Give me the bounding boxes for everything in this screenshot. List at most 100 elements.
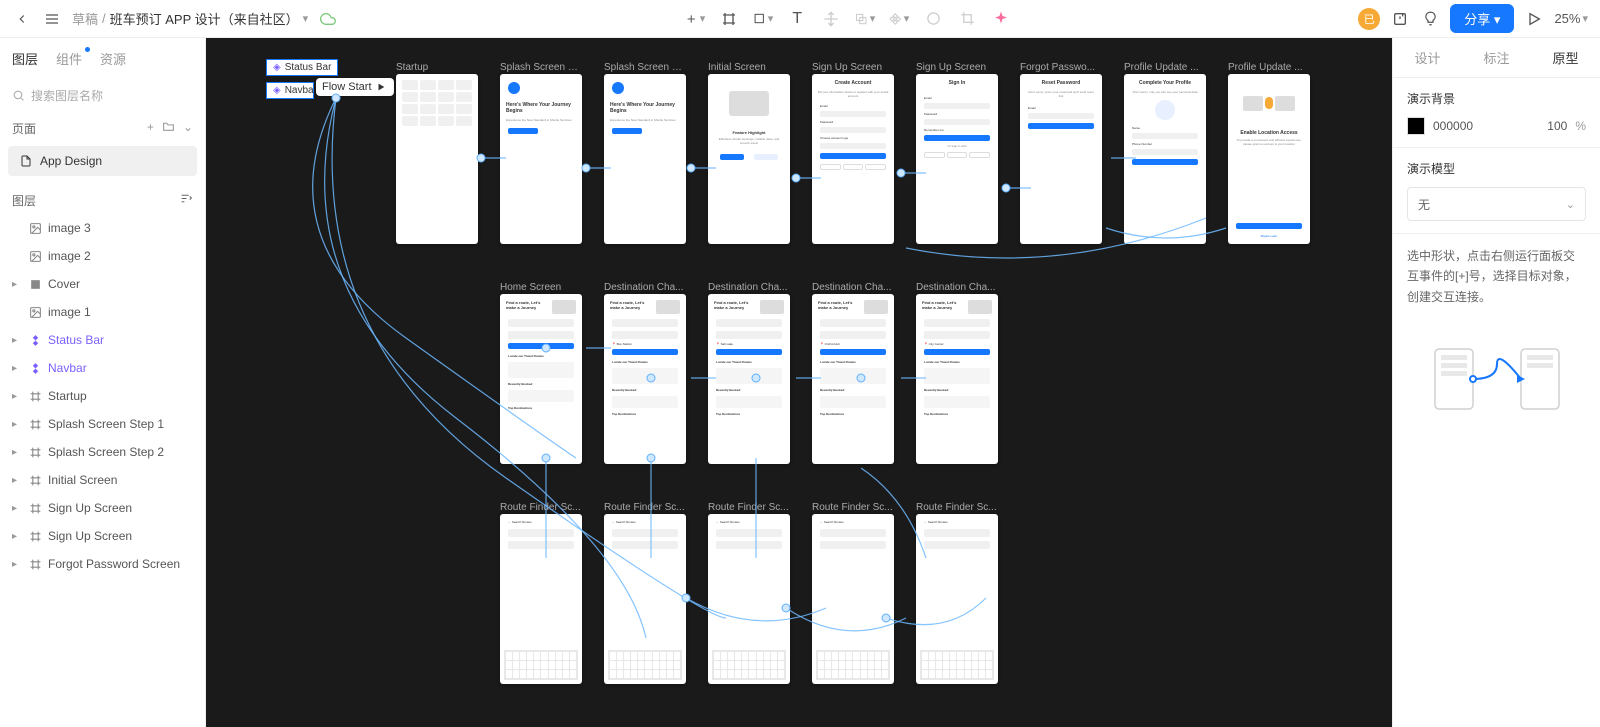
frame-label[interactable]: Profile Update ... bbox=[1228, 62, 1310, 73]
artboard[interactable]: Find a route, Let's make a Journey📍 Salt… bbox=[708, 294, 790, 464]
artboard[interactable]: Reset PasswordDon't worry, enter your em… bbox=[1020, 74, 1102, 244]
layer-item[interactable]: ▸Status Bar bbox=[0, 326, 205, 354]
artboard[interactable]: Here's Where Your Journey BeginsExperien… bbox=[500, 74, 582, 244]
selected-navbar[interactable]: ◈Navba bbox=[266, 82, 314, 99]
add-icon[interactable]: ▾ bbox=[685, 9, 705, 29]
artboard[interactable]: Feature HighlightEffortless shuttle book… bbox=[708, 74, 790, 244]
bg-opacity-input[interactable]: 100 bbox=[1533, 119, 1567, 133]
search-icon bbox=[12, 89, 25, 102]
layer-item[interactable]: ▸Sign Up Screen bbox=[0, 522, 205, 550]
layer-item[interactable]: ▸Cover bbox=[0, 270, 205, 298]
hint-icon[interactable] bbox=[1420, 9, 1440, 29]
text-tool-icon[interactable]: T bbox=[787, 9, 807, 29]
layer-item[interactable]: ▸Initial Screen bbox=[0, 466, 205, 494]
page-icon bbox=[20, 155, 32, 167]
artboard[interactable]: Find a route, Let's make a Journey📍 Bus … bbox=[604, 294, 686, 464]
artboard[interactable]: Create AccountFill your information belo… bbox=[812, 74, 894, 244]
move-tool-icon[interactable] bbox=[821, 9, 841, 29]
frame-label[interactable]: Home Screen bbox=[500, 282, 582, 293]
artboard[interactable]: Find a route, Let's make a Journey📍 Orch… bbox=[812, 294, 894, 464]
artboard[interactable] bbox=[396, 74, 478, 244]
breadcrumb[interactable]: 草稿 / 班车预订 APP 设计（来自社区） ▾ bbox=[72, 9, 308, 28]
artboard[interactable]: ← Search Routes bbox=[916, 514, 998, 684]
presentation-model-block: 演示模型 无 ⌄ bbox=[1393, 148, 1600, 234]
layer-item[interactable]: image 1 bbox=[0, 298, 205, 326]
tab-components[interactable]: 组件 bbox=[56, 49, 82, 68]
layer-item[interactable]: ▸Startup bbox=[0, 382, 205, 410]
add-page-icon[interactable]: + bbox=[147, 120, 154, 136]
artboard[interactable]: Enable Location AccessTo provide a conve… bbox=[1228, 74, 1310, 244]
tab-layers[interactable]: 图层 bbox=[12, 49, 38, 68]
frame-label[interactable]: Initial Screen bbox=[708, 62, 790, 73]
bg-hex-input[interactable]: 000000 bbox=[1433, 119, 1525, 133]
tab-annotate[interactable]: 标注 bbox=[1483, 48, 1509, 67]
layer-search[interactable]: 搜索图层名称 bbox=[0, 78, 205, 112]
artboard[interactable]: Complete Your ProfileDon't worry, only y… bbox=[1124, 74, 1206, 244]
canvas[interactable]: ◈Status Bar ◈Navba Flow Start Startup Spl… bbox=[206, 38, 1392, 727]
frame-label[interactable]: Profile Update ... bbox=[1124, 62, 1206, 73]
tab-proto[interactable]: 原型 bbox=[1552, 48, 1578, 67]
zoom-level[interactable]: 25%▾ bbox=[1554, 11, 1588, 26]
frame-label[interactable]: Route Finder Sc... bbox=[604, 502, 686, 513]
tab-assets[interactable]: 资源 bbox=[100, 49, 126, 68]
model-select[interactable]: 无 ⌄ bbox=[1407, 187, 1586, 221]
frame-label[interactable]: Sign Up Screen bbox=[812, 62, 894, 73]
artboard[interactable]: ← Search Routes bbox=[500, 514, 582, 684]
mask-tool-icon[interactable] bbox=[923, 9, 943, 29]
frame-label[interactable]: Route Finder Sc... bbox=[708, 502, 790, 513]
frame-label[interactable]: Startup bbox=[396, 62, 478, 73]
selected-status-bar[interactable]: ◈Status Bar bbox=[266, 59, 338, 76]
frame-label[interactable]: Destination Cha... bbox=[604, 282, 686, 293]
play-icon bbox=[376, 82, 386, 92]
folder-icon[interactable] bbox=[162, 120, 175, 136]
component-tool-icon[interactable]: ▾ bbox=[889, 9, 909, 29]
frame-label[interactable]: Route Finder Sc... bbox=[916, 502, 998, 513]
frame-label[interactable]: Splash Screen S... bbox=[500, 62, 582, 73]
chevron-down-icon[interactable]: ▾ bbox=[303, 12, 309, 25]
tab-design[interactable]: 设计 bbox=[1414, 48, 1440, 67]
share-button[interactable]: 分享 ▾ bbox=[1450, 4, 1514, 33]
artboard[interactable]: ← Search Routes bbox=[604, 514, 686, 684]
sort-icon[interactable] bbox=[180, 192, 193, 208]
page-item[interactable]: App Design bbox=[8, 146, 197, 176]
chevron-down-icon[interactable]: ⌄ bbox=[183, 120, 193, 136]
frame-label[interactable]: Destination Cha... bbox=[708, 282, 790, 293]
menu-icon[interactable] bbox=[42, 9, 62, 29]
artboard[interactable]: Here's Where Your Journey BeginsExperien… bbox=[604, 74, 686, 244]
frame-label[interactable]: Splash Screen S... bbox=[604, 62, 686, 73]
ai-tool-icon[interactable] bbox=[991, 9, 1011, 29]
frame-label[interactable]: Destination Cha... bbox=[812, 282, 894, 293]
layer-item[interactable]: ▸Splash Screen Step 1 bbox=[0, 410, 205, 438]
layer-item[interactable]: ▸Forgot Password Screen bbox=[0, 550, 205, 578]
boolean-tool-icon[interactable]: ▾ bbox=[855, 9, 875, 29]
layers-section-header: 图层 bbox=[0, 186, 205, 214]
layer-item[interactable]: ▸Sign Up Screen bbox=[0, 494, 205, 522]
frame-label[interactable]: Route Finder Sc... bbox=[500, 502, 582, 513]
frame-label[interactable]: Route Finder Sc... bbox=[812, 502, 894, 513]
artboard[interactable]: ← Search Routes bbox=[708, 514, 790, 684]
cloud-sync-icon[interactable] bbox=[318, 9, 338, 29]
bg-label: 演示背景 bbox=[1407, 90, 1586, 107]
layer-item[interactable]: image 2 bbox=[0, 242, 205, 270]
bg-swatch[interactable] bbox=[1407, 117, 1425, 135]
user-badge[interactable]: 已 bbox=[1358, 8, 1380, 30]
shape-tool-icon[interactable]: ▾ bbox=[753, 9, 773, 29]
back-icon[interactable] bbox=[12, 9, 32, 29]
artboard[interactable]: Find a route, Let's make a JourneyLocate… bbox=[500, 294, 582, 464]
artboard[interactable]: ← Search Routes bbox=[812, 514, 894, 684]
artboard[interactable]: Find a route, Let's make a Journey📍 City… bbox=[916, 294, 998, 464]
frame-label[interactable]: Destination Cha... bbox=[916, 282, 998, 293]
layer-item[interactable]: ▸Navbar bbox=[0, 354, 205, 382]
flow-start-chip[interactable]: Flow Start bbox=[316, 78, 394, 96]
model-label: 演示模型 bbox=[1407, 160, 1586, 177]
export-icon[interactable] bbox=[1390, 9, 1410, 29]
frame-label[interactable]: Sign Up Screen bbox=[916, 62, 998, 73]
artboard[interactable]: Sign InEmailPasswordRemember meOr sign i… bbox=[916, 74, 998, 244]
frame-tool-icon[interactable] bbox=[719, 9, 739, 29]
breadcrumb-title: 班车预订 APP 设计（来自社区） bbox=[110, 9, 299, 28]
layer-item[interactable]: image 3 bbox=[0, 214, 205, 242]
play-icon[interactable] bbox=[1524, 9, 1544, 29]
crop-tool-icon[interactable] bbox=[957, 9, 977, 29]
frame-label[interactable]: Forgot Passwo... bbox=[1020, 62, 1102, 73]
layer-item[interactable]: ▸Splash Screen Step 2 bbox=[0, 438, 205, 466]
